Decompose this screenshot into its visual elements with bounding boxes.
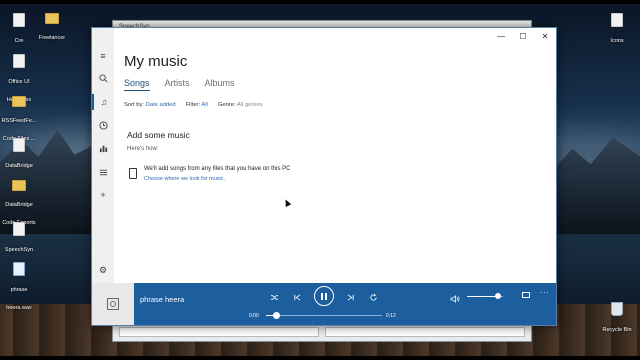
previous-button[interactable] <box>293 291 302 303</box>
desktop-icon-label: Recycle Bin <box>602 327 632 333</box>
shuffle-icon <box>270 294 279 300</box>
tab-bar: Songs Artists Albums <box>124 78 235 91</box>
document-icon <box>13 54 25 68</box>
filter-value: All <box>201 102 208 108</box>
disc-icon <box>107 298 119 310</box>
search-button[interactable] <box>92 70 114 86</box>
shuffle-button[interactable] <box>270 291 279 303</box>
next-button[interactable] <box>346 291 355 303</box>
list-icon <box>99 169 107 175</box>
recent-plays-button[interactable] <box>92 117 114 133</box>
music-nav-button[interactable]: ♫ <box>92 94 114 110</box>
desktop-icon-label: Freelancer <box>38 35 66 41</box>
now-playing-bar: phrase heera 0:00 0:12 ··· <box>92 283 556 325</box>
nav-rail: ≡ ♫ + ⚙ <box>92 28 114 284</box>
genre-value: All genres <box>236 102 263 108</box>
hamburger-icon: ≡ <box>100 51 106 61</box>
time-elapsed: 0:00 <box>249 313 259 319</box>
sort-value: Date added <box>145 102 176 108</box>
pause-button[interactable] <box>314 286 334 306</box>
repeat-icon <box>370 293 377 301</box>
music-note-icon: ♫ <box>100 97 108 107</box>
desktop-icon-label: Icons <box>610 38 624 44</box>
bars-icon <box>99 145 107 152</box>
next-icon <box>347 293 354 301</box>
page-title: My music <box>124 53 188 70</box>
new-playlist-button[interactable]: + <box>92 187 114 203</box>
previous-icon <box>294 293 301 301</box>
volume-slider-thumb[interactable] <box>494 293 501 299</box>
background-window-field-right <box>325 327 525 337</box>
device-icon <box>129 168 137 179</box>
tab-songs[interactable]: Songs <box>124 78 150 91</box>
desktop-icon-recycle-bin[interactable]: Recycle Bin <box>598 302 636 336</box>
mini-view-icon[interactable] <box>522 292 530 298</box>
genre-dropdown[interactable]: Genre: All genres <box>218 102 263 108</box>
repeat-button[interactable] <box>369 291 378 303</box>
add-music-heading: Add some music <box>127 130 190 140</box>
tip-text: We'll add songs from any files that you … <box>144 166 291 172</box>
desktop-icon-label: SpeechSyn <box>4 247 34 253</box>
filter-label: Filter: <box>185 102 201 108</box>
pause-icon <box>321 292 323 300</box>
folder-icon <box>45 13 59 24</box>
media-file-icon <box>13 262 25 276</box>
genre-label: Genre: <box>217 102 236 108</box>
track-title[interactable]: phrase heera <box>140 295 184 304</box>
filter-dropdown[interactable]: Filter: All <box>186 102 208 108</box>
now-playing-button[interactable] <box>92 140 114 156</box>
document-icon <box>611 13 623 27</box>
time-total: 0:12 <box>386 313 396 319</box>
recycle-bin-icon <box>611 302 623 316</box>
desktop-icon-speechsyn[interactable]: SpeechSyn <box>0 222 38 256</box>
folder-icon <box>12 96 26 107</box>
settings-button[interactable]: ⚙ <box>92 262 114 278</box>
volume-button[interactable] <box>450 291 460 309</box>
search-icon <box>98 73 107 82</box>
choose-folders-link[interactable]: Choose where we look for music. <box>144 176 225 182</box>
tab-albums[interactable]: Albums <box>205 78 235 91</box>
album-art[interactable] <box>92 283 134 325</box>
tab-artists[interactable]: Artists <box>165 78 190 91</box>
main-content: My music Songs Artists Albums Sort by: D… <box>114 28 556 284</box>
mouse-cursor <box>282 198 292 207</box>
gear-icon: ⚙ <box>98 264 108 275</box>
volume-icon <box>450 295 460 303</box>
desktop-icon-freelancer[interactable]: Freelancer <box>33 13 71 44</box>
desktop-icon-label: phrase heera.wav <box>6 287 32 311</box>
seek-bar[interactable] <box>266 312 382 319</box>
filter-bar: Sort by: Date added Filter: All Genre: A… <box>124 102 263 108</box>
plus-icon: + <box>100 190 106 200</box>
seek-bar-thumb[interactable] <box>272 312 280 319</box>
clock-icon <box>98 120 108 130</box>
folder-icon <box>12 180 26 191</box>
document-icon <box>13 222 25 236</box>
howto-text: Here's how: <box>127 146 159 152</box>
sort-label: Sort by: <box>124 102 144 108</box>
desktop-icon-label: Cre <box>14 38 24 44</box>
hamburger-menu-button[interactable]: ≡ <box>92 48 114 64</box>
more-options-icon[interactable]: ··· <box>540 288 550 297</box>
document-icon <box>13 13 25 27</box>
groove-music-window: — ☐ ✕ ≡ ♫ + ⚙ My music Songs Artists Alb… <box>91 27 557 326</box>
background-window-field-left <box>119 327 319 337</box>
playlists-button[interactable] <box>92 164 114 180</box>
volume-slider-fill <box>467 296 498 297</box>
document-icon <box>13 138 25 152</box>
desktop-icon-phrase-heera[interactable]: phrase heera.wav <box>0 262 38 314</box>
desktop-icon-icons[interactable]: Icons <box>598 13 636 47</box>
volume-slider[interactable] <box>467 293 503 299</box>
sort-dropdown[interactable]: Sort by: Date added <box>124 102 176 108</box>
